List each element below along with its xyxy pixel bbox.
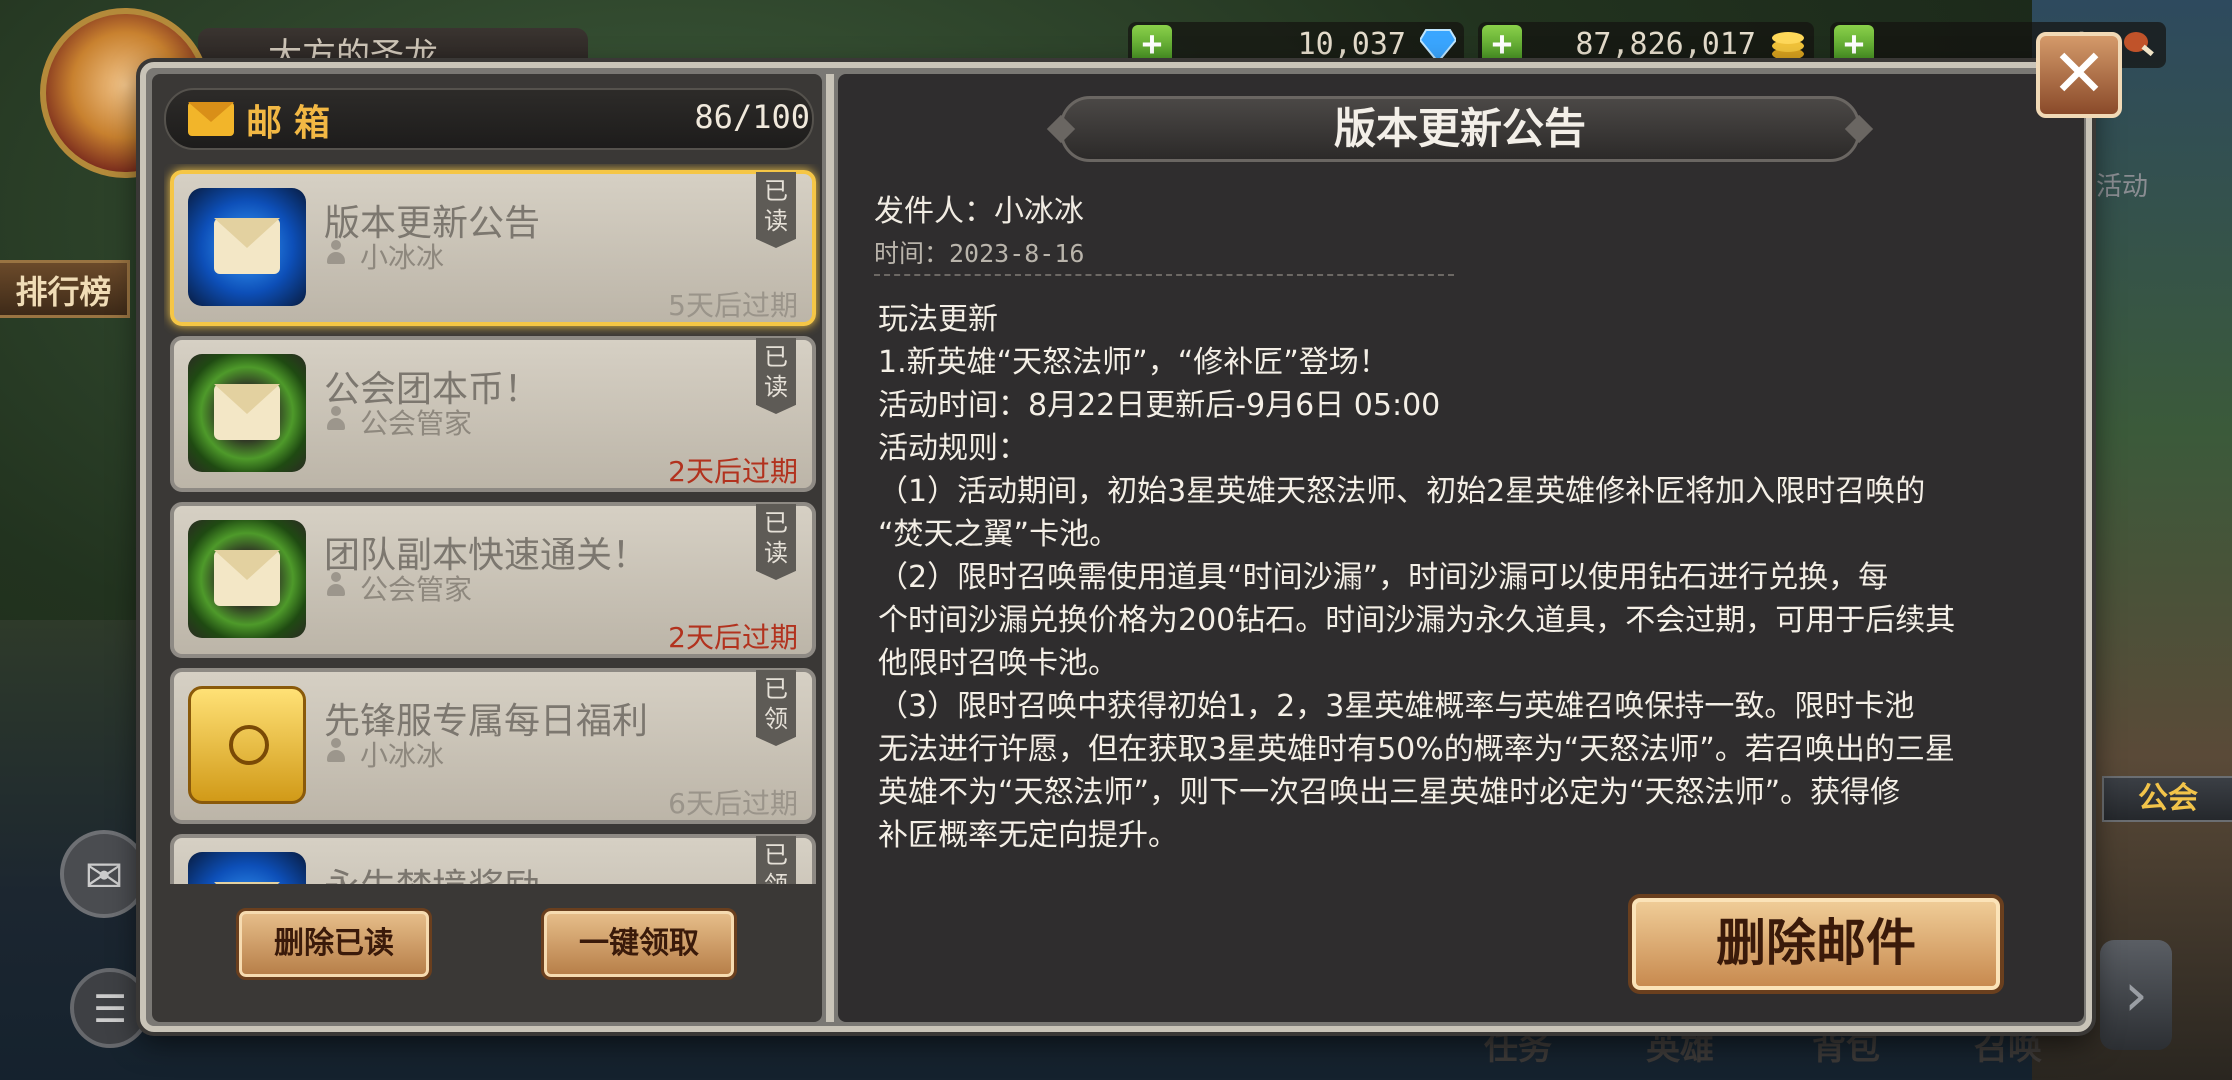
envelope-wreath-icon [188, 354, 306, 472]
person-icon [326, 738, 346, 762]
content-line: 无法进行许愿，但在获取3星英雄时有50%的概率为“天怒法师”。若召唤出的三星 [878, 732, 1955, 767]
diamond-icon [1420, 29, 1456, 62]
mail-item-expiry: 6天后过期 [668, 787, 798, 820]
read-status-badge: 已读 [756, 338, 796, 414]
mail-item-sender: 公会管家 [360, 573, 473, 606]
content-line: （2）限时召唤需使用道具“时间沙漏”，时间沙漏可以使用钻石进行兑换，每 [878, 560, 1889, 595]
chat-icon[interactable]: ☰ [70, 968, 150, 1048]
mail-item-expiry: 5天后过期 [668, 289, 798, 322]
content-line: 补匠概率无定向提升。 [878, 818, 1178, 853]
activity-label[interactable]: 活动 [2096, 166, 2148, 203]
claim-all-button[interactable]: 一键领取 [541, 908, 737, 980]
golden-card-icon [188, 686, 306, 804]
detail-title: 版本更新公告 [1333, 104, 1586, 153]
content-line: （3）限时召唤中获得初始1，2，3星英雄概率与英雄召唤保持一致。限时卡池 [878, 689, 1915, 724]
envelope-blue-icon [188, 188, 306, 306]
detail-time: 时间：2023-8-16 [874, 239, 1085, 268]
mail-item[interactable]: 团队副本快速通关！ 公会管家 2天后过期 已读 [170, 502, 816, 658]
detail-content[interactable]: 玩法更新 1.新英雄“天怒法师”，“修补匠”登场！ 活动时间：8月22日更新后-… [878, 292, 2038, 862]
delete-read-button[interactable]: 删除已读 [236, 908, 432, 980]
content-line: 个时间沙漏兑换价格为200钻石。时间沙漏为永久道具，不会过期，可用于后续其 [878, 603, 1956, 638]
content-line: “焚天之翼”卡池。 [878, 517, 1120, 552]
mail-item-expiry: 2天后过期 [668, 455, 798, 488]
add-gems-button[interactable]: + [1132, 25, 1172, 65]
envelope-icon [188, 102, 234, 136]
claimed-status-badge: 已领 [756, 670, 796, 746]
mail-item-sender: 公会管家 [360, 407, 473, 440]
person-icon [326, 240, 346, 264]
mail-item-sender: 小冰冰 [360, 241, 445, 274]
gold-coins-icon [1772, 32, 1804, 60]
envelope-wreath-icon [188, 520, 306, 638]
person-icon [326, 572, 346, 596]
content-line: 他限时召唤卡池。 [878, 646, 1118, 681]
content-line: （1）活动期间，初始3星英雄天怒法师、初始2星英雄修补匠将加入限时召唤的 [878, 474, 1926, 509]
read-status-badge: 已读 [756, 172, 796, 248]
mail-icon[interactable]: ✉ [60, 830, 148, 918]
mail-item[interactable]: 版本更新公告 小冰冰 5天后过期 已读 [170, 170, 816, 326]
content-line: 活动规则： [878, 431, 1028, 466]
envelope-blue-icon [188, 852, 306, 884]
mail-item-title: 永生梦境奖励 [324, 858, 540, 884]
mail-count: 86/100 [694, 98, 810, 136]
mail-item-expiry: 2天后过期 [668, 621, 798, 654]
detail-sender: 发件人：小冰冰 [874, 194, 1084, 229]
meat-icon [2124, 32, 2154, 57]
mail-item-sender: 小冰冰 [360, 739, 445, 772]
leaderboard-button[interactable]: 排行榜 [0, 260, 130, 318]
panel-divider [826, 74, 834, 1022]
content-line: 活动时间：8月22日更新后-9月6日 05:00 [878, 388, 1441, 423]
content-line: 1.新英雄“天怒法师”，“修补匠”登场！ [878, 345, 1389, 380]
mail-item[interactable]: 公会团本币！ 公会管家 2天后过期 已读 [170, 336, 816, 492]
mailbox-title: 邮箱 [246, 103, 343, 144]
delete-mail-button[interactable]: 删除邮件 [1628, 894, 2004, 994]
mail-item[interactable]: 永生梦境奖励 已领 [170, 834, 816, 884]
read-status-badge: 已读 [756, 504, 796, 580]
mail-item[interactable]: 先锋服专属每日福利 小冰冰 6天后过期 已领 [170, 668, 816, 824]
guild-button[interactable]: 公会 [2102, 776, 2232, 822]
content-line: 玩法更新 [878, 302, 998, 337]
expand-arrow-icon[interactable]: › [2100, 940, 2172, 1050]
detail-separator [874, 274, 1454, 276]
person-icon [326, 406, 346, 430]
claimed-status-badge: 已领 [756, 836, 796, 884]
add-stamina-button[interactable]: + [1834, 25, 1874, 65]
mail-list[interactable]: 版本更新公告 小冰冰 5天后过期 已读 公会团本币！ 公会管家 2天后过期 已读… [164, 164, 820, 884]
close-button[interactable]: ✕ [2036, 32, 2122, 118]
add-gold-button[interactable]: + [1482, 25, 1522, 65]
content-line: 英雄不为“天怒法师”，则下一次召唤出三星英雄时必定为“天怒法师”。获得修 [878, 775, 1901, 810]
